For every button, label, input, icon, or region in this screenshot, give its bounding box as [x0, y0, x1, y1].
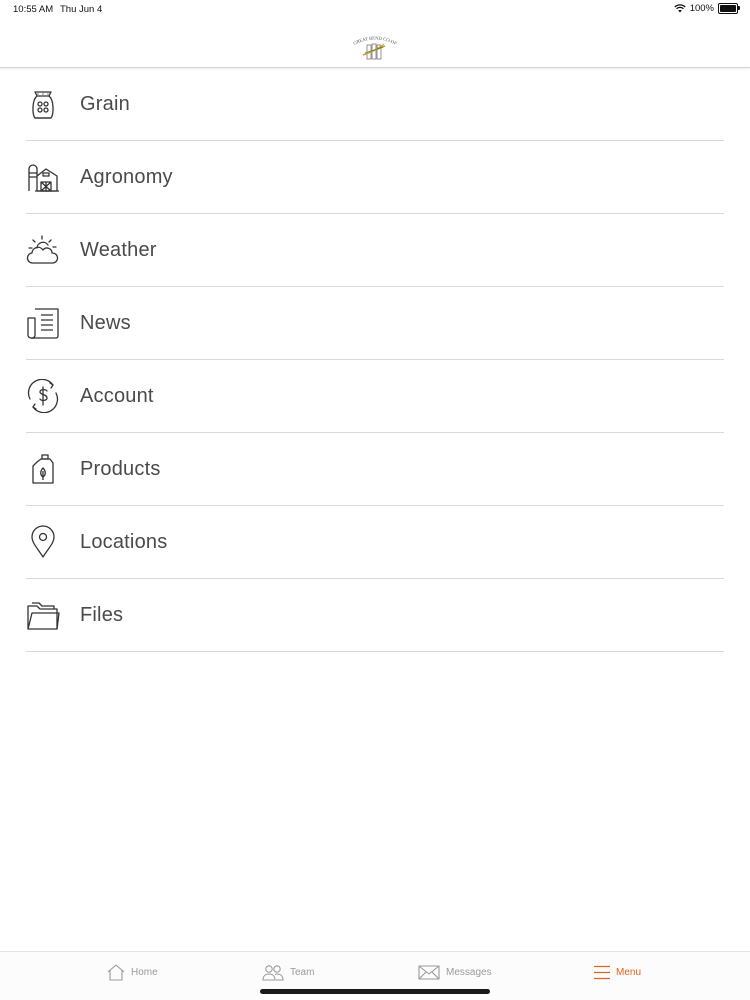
tab-menu-label: Menu [616, 966, 642, 978]
weather-icon [26, 233, 60, 267]
main-menu-list: Grain Agronomy Weather News Account Prod… [26, 68, 724, 652]
menu-item-locations[interactable]: Locations [26, 506, 724, 579]
barn-icon [26, 160, 60, 194]
menu-item-account[interactable]: Account [26, 360, 724, 433]
grain-sack-icon [26, 87, 60, 121]
status-time: 10:55 AM [13, 4, 54, 15]
menu-item-label: Account [80, 384, 154, 407]
map-pin-icon [26, 525, 60, 559]
co-op-logo: GREAT BEND CO-OP [352, 35, 398, 60]
menu-item-label: Locations [80, 530, 168, 553]
tab-menu[interactable]: Menu [594, 961, 641, 983]
hamburger-icon [594, 965, 610, 979]
menu-item-label: Files [80, 603, 124, 626]
menu-item-files[interactable]: Files [26, 579, 724, 652]
menu-item-label: Grain [80, 92, 130, 115]
menu-item-agronomy[interactable]: Agronomy [26, 141, 724, 214]
newspaper-icon [26, 306, 60, 340]
folder-icon [26, 598, 60, 632]
dollar-icon [26, 379, 60, 413]
wifi-icon [674, 4, 686, 13]
menu-item-label: Agronomy [80, 165, 173, 188]
tab-home[interactable]: Home [107, 961, 158, 983]
jug-icon [26, 452, 60, 486]
menu-item-products[interactable]: Products [26, 433, 724, 506]
status-right: 100% [674, 3, 740, 14]
menu-item-label: News [80, 311, 131, 334]
battery-percent: 100% [689, 3, 714, 14]
menu-item-weather[interactable]: Weather [26, 214, 724, 287]
tab-messages-label: Messages [446, 966, 492, 978]
home-icon [107, 963, 125, 981]
menu-item-label: Products [80, 457, 161, 480]
menu-item-grain[interactable]: Grain [26, 68, 724, 141]
tab-home-label: Home [131, 966, 158, 978]
battery-icon [718, 3, 740, 14]
menu-item-label: Weather [80, 238, 157, 261]
status-bar: 10:55 AM Thu Jun 4 100% [0, 0, 750, 20]
envelope-icon [418, 964, 440, 980]
tab-messages[interactable]: Messages [418, 961, 492, 983]
home-indicator [260, 989, 490, 994]
app-header: GREAT BEND CO-OP [0, 20, 750, 68]
menu-item-news[interactable]: News [26, 287, 724, 360]
status-date: Thu Jun 4 [60, 4, 103, 15]
svg-text:GREAT BEND CO-OP: GREAT BEND CO-OP [352, 35, 398, 46]
tab-team[interactable]: Team [262, 961, 314, 983]
team-icon [262, 964, 284, 981]
tab-team-label: Team [290, 966, 315, 978]
